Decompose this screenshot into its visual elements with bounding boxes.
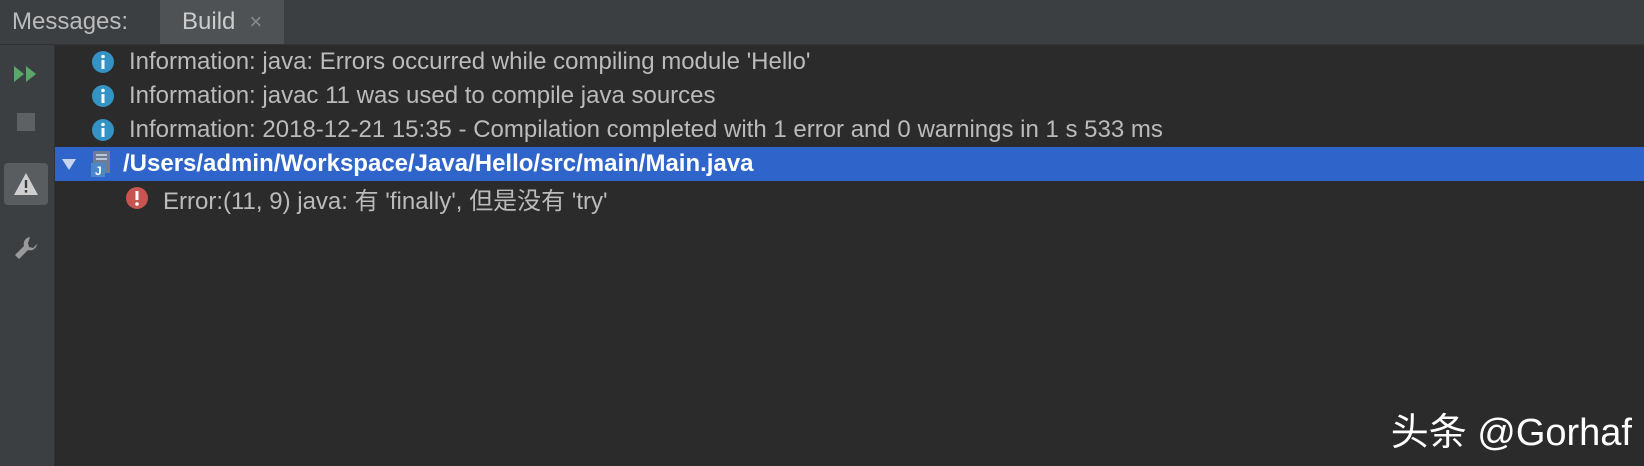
message-text: Information: java: Errors occurred while… — [129, 48, 811, 75]
tab-build-label: Build — [182, 8, 236, 35]
stop-icon — [17, 113, 35, 131]
tool-window-title: Messages: — [12, 8, 129, 35]
file-path: /Users/admin/Workspace/Java/Hello/src/ma… — [123, 150, 754, 177]
message-row[interactable]: Information: 2018-12-21 15:35 - Compilat… — [55, 113, 1644, 147]
settings-button[interactable] — [4, 227, 48, 269]
svg-text:J: J — [95, 164, 102, 178]
watermark: 头条 @Gorhaf — [1390, 412, 1632, 454]
error-icon — [126, 187, 148, 209]
message-row[interactable]: Information: javac 11 was used to compil… — [55, 79, 1644, 113]
java-file-icon: J — [91, 151, 110, 178]
warning-icon — [14, 173, 38, 195]
rerun-button[interactable] — [4, 53, 48, 95]
info-icon — [92, 85, 114, 107]
build-toolbar — [0, 45, 55, 466]
tab-build[interactable]: Build × — [160, 0, 285, 44]
error-row[interactable]: Error:(11, 9) java: 有 'finally', 但是没有 't… — [55, 181, 1644, 215]
message-row[interactable]: Information: java: Errors occurred while… — [55, 45, 1644, 79]
info-icon — [92, 119, 114, 141]
show-warnings-button[interactable] — [4, 163, 48, 205]
file-node-row[interactable]: J /Users/admin/Workspace/Java/Hello/src/… — [55, 147, 1644, 181]
tool-window-header: Messages: Build × — [0, 0, 1644, 45]
stop-button[interactable] — [4, 101, 48, 143]
info-icon — [92, 51, 114, 73]
run-all-icon — [14, 66, 36, 82]
close-icon[interactable]: × — [249, 9, 262, 35]
message-text: Information: javac 11 was used to compil… — [129, 82, 716, 109]
error-text: Error:(11, 9) java: 有 'finally', 但是没有 't… — [163, 187, 608, 215]
message-text: Information: 2018-12-21 15:35 - Compilat… — [129, 116, 1163, 143]
expand-triangle-icon[interactable] — [59, 154, 79, 174]
wrench-icon — [15, 237, 37, 259]
